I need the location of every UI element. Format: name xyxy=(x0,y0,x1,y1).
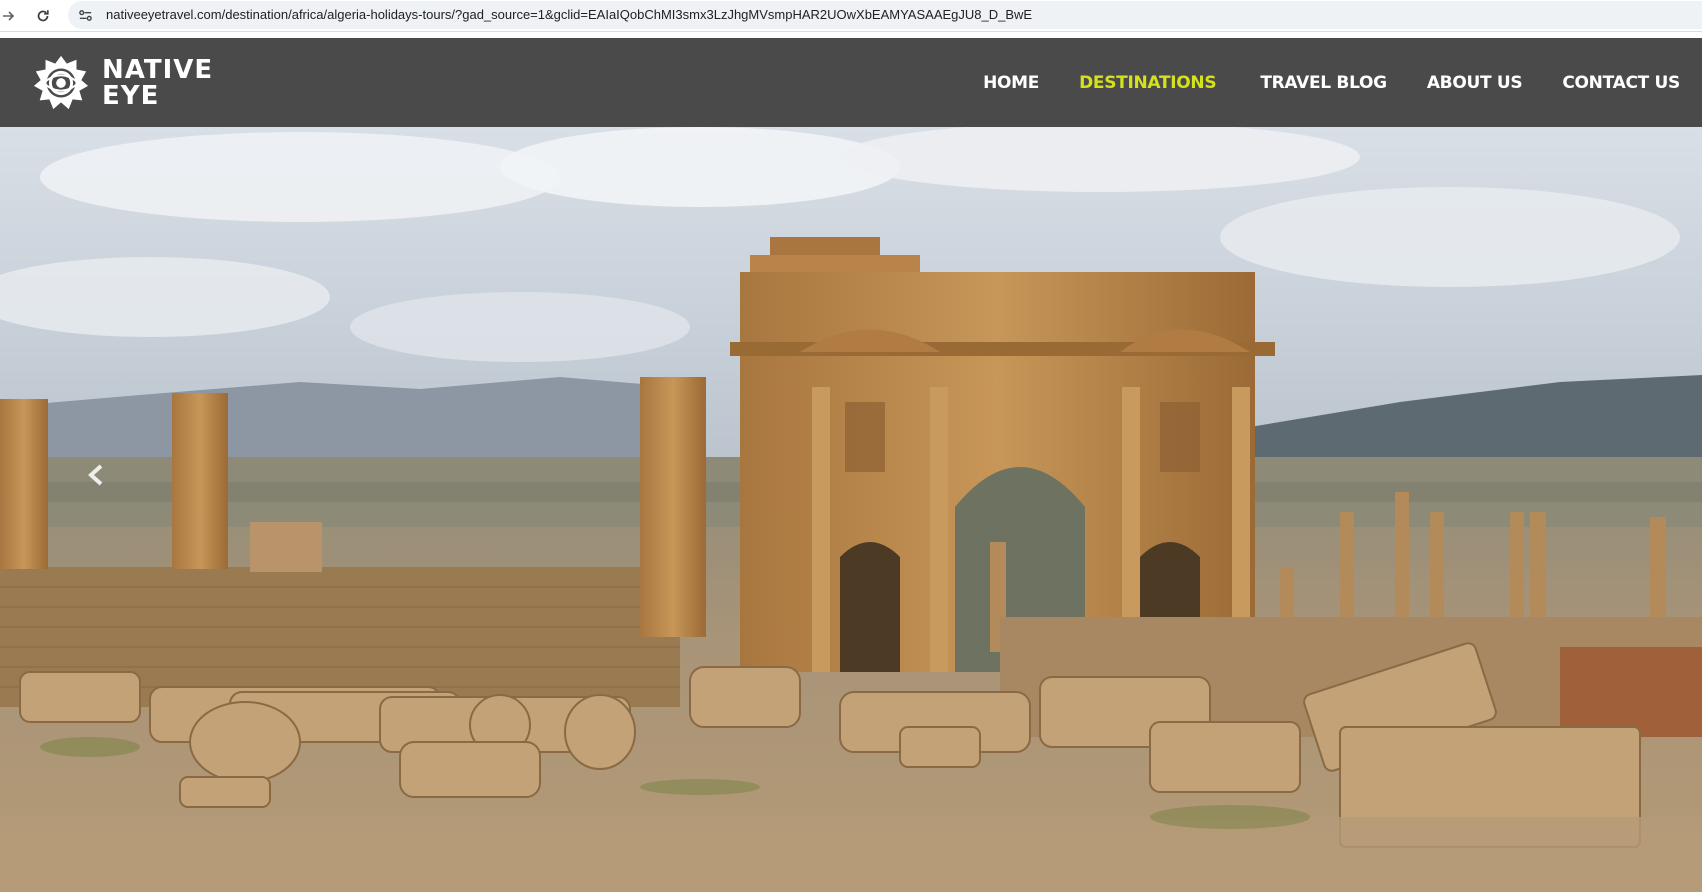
nav-destinations[interactable]: DESTINATIONS xyxy=(1079,73,1217,93)
hero-slider xyxy=(0,127,1702,892)
logo-line-2: EYE xyxy=(102,81,160,111)
main-nav: HOME DESTINATIONS TRAVEL BLOG ABOUT US C… xyxy=(943,38,1680,127)
hero-image xyxy=(0,127,1702,892)
nav-contact-us[interactable]: CONTACT US xyxy=(1562,73,1680,93)
native-eye-logo-icon xyxy=(33,55,89,110)
logo-text: NATIVE EYE xyxy=(102,57,213,109)
logo-line-1: NATIVE xyxy=(102,55,214,85)
reload-icon[interactable] xyxy=(30,3,56,29)
url-text[interactable]: nativeeyetravel.com/destination/africa/a… xyxy=(106,7,1032,22)
slider-prev-button[interactable] xyxy=(82,457,110,493)
forward-icon[interactable] xyxy=(0,3,22,29)
site-header: NATIVE EYE HOME DESTINATIONS TRAVEL BLOG… xyxy=(0,38,1702,127)
nav-travel-blog[interactable]: TRAVEL BLOG xyxy=(1260,73,1387,93)
browser-toolbar: nativeeyetravel.com/destination/africa/a… xyxy=(0,0,1702,32)
nav-about-us[interactable]: ABOUT US xyxy=(1427,73,1523,93)
site-info-icon[interactable] xyxy=(74,4,96,26)
address-bar[interactable]: nativeeyetravel.com/destination/africa/a… xyxy=(68,1,1702,29)
nav-home[interactable]: HOME xyxy=(983,73,1039,93)
chevron-left-icon xyxy=(88,464,103,486)
site-logo[interactable]: NATIVE EYE xyxy=(32,53,232,113)
